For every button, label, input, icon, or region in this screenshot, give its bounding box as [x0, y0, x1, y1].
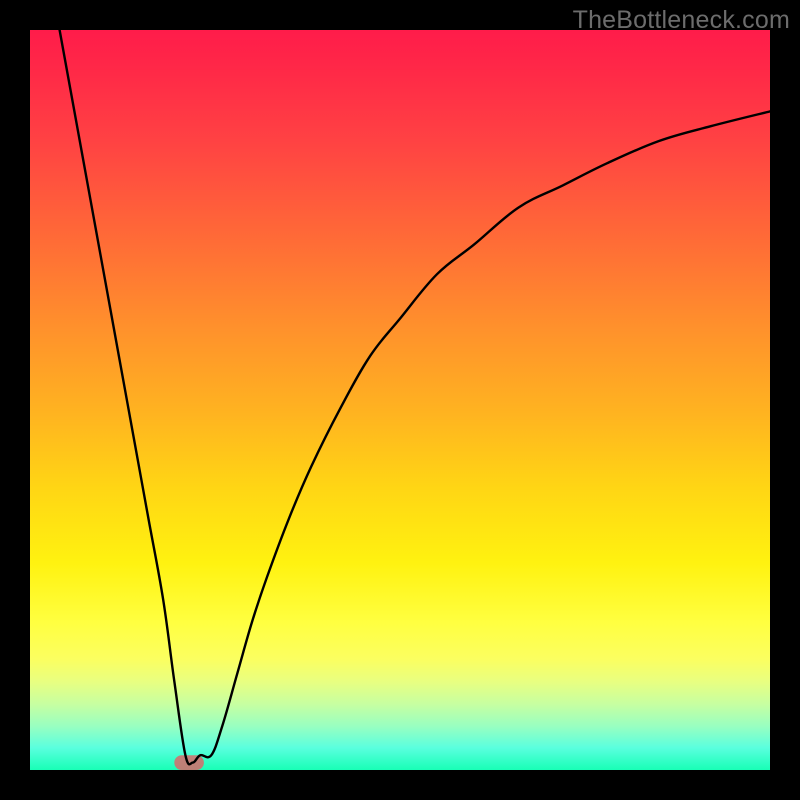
- plot-area: [30, 30, 770, 770]
- watermark-text: TheBottleneck.com: [573, 6, 790, 35]
- chart-frame: TheBottleneck.com: [0, 0, 800, 800]
- bottleneck-curve: [60, 30, 770, 764]
- curve-layer: [30, 30, 770, 770]
- marker-pill: [174, 755, 204, 770]
